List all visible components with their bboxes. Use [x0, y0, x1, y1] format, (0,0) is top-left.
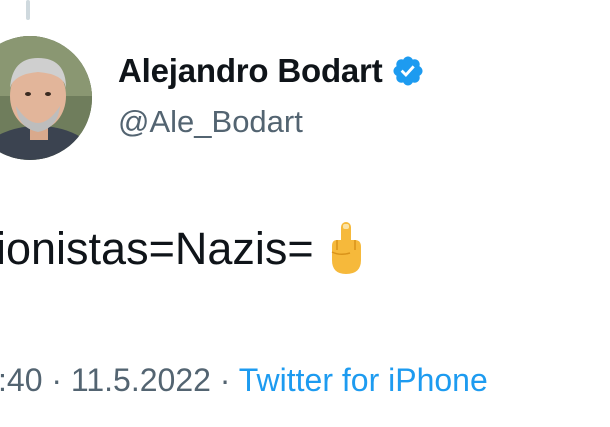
tweet-source-link[interactable]: Twitter for iPhone — [239, 362, 488, 398]
meta-separator: · — [42, 362, 71, 398]
tweet-time[interactable]: :40 — [0, 362, 42, 398]
thread-connector-line — [26, 0, 30, 20]
author-handle[interactable]: @Ale_Bodart — [118, 104, 303, 140]
author-name-row[interactable]: Alejandro Bodart — [118, 52, 425, 90]
verified-badge-icon — [391, 54, 425, 88]
middle-finger-emoji-icon — [326, 220, 366, 278]
avatar[interactable] — [0, 36, 92, 160]
meta-separator: · — [210, 362, 239, 398]
tweet-date[interactable]: 11.5.2022 — [71, 362, 211, 398]
avatar-photo — [0, 36, 92, 160]
author-display-name[interactable]: Alejandro Bodart — [118, 52, 383, 90]
tweet-text: ionistas=Nazis= — [0, 223, 314, 274]
tweet-metadata: :40 · 11.5.2022 · Twitter for iPhone — [0, 362, 488, 399]
tweet-body: ionistas=Nazis= — [0, 220, 366, 278]
tweet-screenshot: Alejandro Bodart @Ale_Bodart ionistas=Na… — [0, 0, 610, 427]
